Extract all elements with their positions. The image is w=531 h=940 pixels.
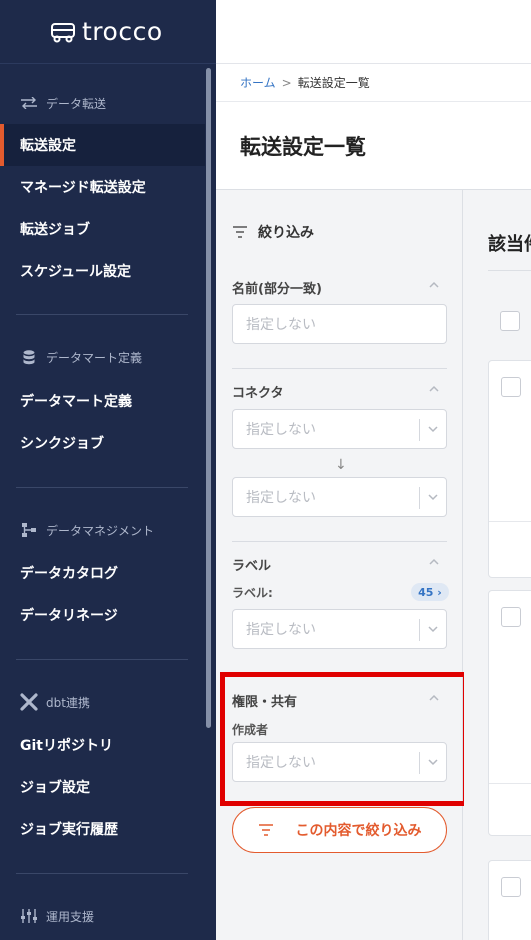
apply-filter-label: この内容で絞り込み: [295, 823, 422, 839]
row-checkbox[interactable]: [501, 607, 521, 627]
section-data-management: データマネジメント: [0, 519, 216, 541]
operations-icon: [20, 908, 38, 924]
results-panel: 該当件数: [464, 190, 531, 940]
section-title: dbt連携: [46, 695, 90, 710]
label-select[interactable]: 指定しない: [232, 609, 447, 649]
section-datamart: データマート定義: [0, 346, 216, 368]
sidebar-item-data-lineage[interactable]: データリネージ: [0, 594, 216, 636]
data-management-icon: [20, 522, 38, 538]
results-divider: [488, 270, 531, 271]
filter-title-text: 絞り込み: [258, 225, 314, 241]
sidebar-item-git-repo[interactable]: Gitリポジトリ: [0, 724, 216, 766]
row-checkbox[interactable]: [501, 377, 521, 397]
logo-text: trocco: [82, 17, 163, 46]
breadcrumb-current: 転送設定一覧: [297, 76, 370, 90]
select-all-checkbox[interactable]: [500, 311, 520, 331]
connector-source-select[interactable]: 指定しない: [232, 409, 447, 449]
page-header: 転送設定一覧: [216, 102, 531, 190]
name-input[interactable]: 指定しない: [232, 304, 447, 344]
result-card[interactable]: [488, 590, 531, 836]
page-title: 転送設定一覧: [240, 134, 366, 159]
sidebar-item-sync-jobs[interactable]: シンクジョブ: [0, 422, 216, 464]
section-title: 運用支援: [46, 909, 95, 924]
dbt-icon: [20, 693, 38, 711]
section-title: データマート定義: [46, 350, 143, 365]
highlight-box: [220, 672, 468, 806]
name-input-placeholder: 指定しない: [246, 317, 316, 333]
filter-title: 絞り込み: [232, 222, 314, 242]
label-sublabel: ラベル:: [232, 586, 273, 600]
sidebar: trocco データ転送 転送設定 マネージド転送設定 転送ジョブ スケジュール…: [0, 0, 216, 940]
row-checkbox[interactable]: [501, 877, 521, 897]
database-icon: [20, 349, 38, 365]
breadcrumb-separator: >: [281, 75, 292, 90]
chevron-up-icon[interactable]: [428, 558, 440, 566]
sidebar-item-job-settings[interactable]: ジョブ設定: [0, 766, 216, 808]
sidebar-item-label: スケジュール設定: [20, 264, 132, 280]
filter-icon: [258, 824, 273, 836]
sidebar-item-label: データマート定義: [20, 394, 132, 410]
section-data-transfer: データ転送: [0, 92, 216, 114]
section-operations: 運用支援: [0, 905, 216, 927]
sidebar-item-label: ジョブ設定: [20, 780, 90, 796]
trocco-logo-icon: [51, 22, 75, 42]
sidebar-item-label: ジョブ実行履歴: [20, 822, 118, 838]
name-filter-label: 名前(部分一致): [232, 282, 322, 297]
chevron-down-icon: [428, 626, 438, 633]
chevron-up-icon[interactable]: [428, 281, 440, 289]
results-title: 該当件数: [488, 234, 531, 255]
breadcrumb-home-link[interactable]: ホーム: [240, 74, 276, 91]
select-separator: [419, 419, 420, 441]
breadcrumb: ホーム > 転送設定一覧: [216, 64, 531, 102]
transfer-icon: [20, 95, 38, 111]
sidebar-item-data-catalog[interactable]: データカタログ: [0, 552, 216, 594]
arrow-down-icon: ↓: [335, 457, 347, 473]
result-card[interactable]: [488, 360, 531, 578]
connector-dest-select[interactable]: 指定しない: [232, 477, 447, 517]
result-card[interactable]: [488, 860, 531, 940]
sidebar-item-label: シンクジョブ: [20, 436, 104, 452]
sidebar-item-label: Gitリポジトリ: [20, 738, 113, 754]
apply-filter-button[interactable]: この内容で絞り込み: [232, 807, 447, 853]
sidebar-item-transfer-jobs[interactable]: 転送ジョブ: [0, 208, 216, 250]
top-bar: [216, 0, 531, 64]
sidebar-item-label: マネージド転送設定: [20, 180, 146, 196]
sidebar-item-schedule[interactable]: スケジュール設定: [0, 250, 216, 292]
sidebar-item-label: データリネージ: [20, 608, 118, 624]
select-placeholder: 指定しない: [246, 422, 316, 438]
label-filter-label: ラベル: [232, 559, 272, 574]
sidebar-item-datamart[interactable]: データマート定義: [0, 380, 216, 422]
section-title: データ転送: [46, 96, 107, 111]
connector-filter-label: コネクタ: [232, 386, 284, 401]
card-footer-divider: [489, 783, 531, 784]
select-placeholder: 指定しない: [246, 490, 316, 506]
sidebar-item-label: 転送設定: [20, 138, 76, 154]
filter-divider: [232, 541, 447, 542]
sidebar-item-job-history[interactable]: ジョブ実行履歴: [0, 808, 216, 850]
section-dbt: dbt連携: [0, 691, 216, 713]
sidebar-item-label: 転送ジョブ: [20, 222, 90, 238]
filter-icon: [233, 226, 247, 238]
sidebar-item-transfer-settings[interactable]: 転送設定: [0, 124, 205, 166]
select-separator: [419, 487, 420, 509]
sidebar-item-managed-transfer[interactable]: マネージド転送設定: [0, 166, 216, 208]
sidebar-scrollbar[interactable]: [206, 68, 211, 728]
chevron-down-icon: [428, 426, 438, 433]
filter-divider: [232, 368, 447, 369]
label-count-badge[interactable]: 45 ›: [411, 583, 449, 601]
logo[interactable]: trocco: [0, 0, 216, 64]
chevron-up-icon[interactable]: [428, 385, 440, 393]
section-title: データマネジメント: [46, 523, 155, 538]
select-separator: [419, 619, 420, 641]
filter-panel: 絞り込み 名前(部分一致) 指定しない コネクタ 指定しない ↓ 指定しない ラ…: [216, 190, 468, 940]
chevron-down-icon: [428, 494, 438, 501]
select-placeholder: 指定しない: [246, 622, 316, 638]
card-footer-divider: [489, 521, 531, 522]
sidebar-item-label: データカタログ: [20, 566, 118, 582]
